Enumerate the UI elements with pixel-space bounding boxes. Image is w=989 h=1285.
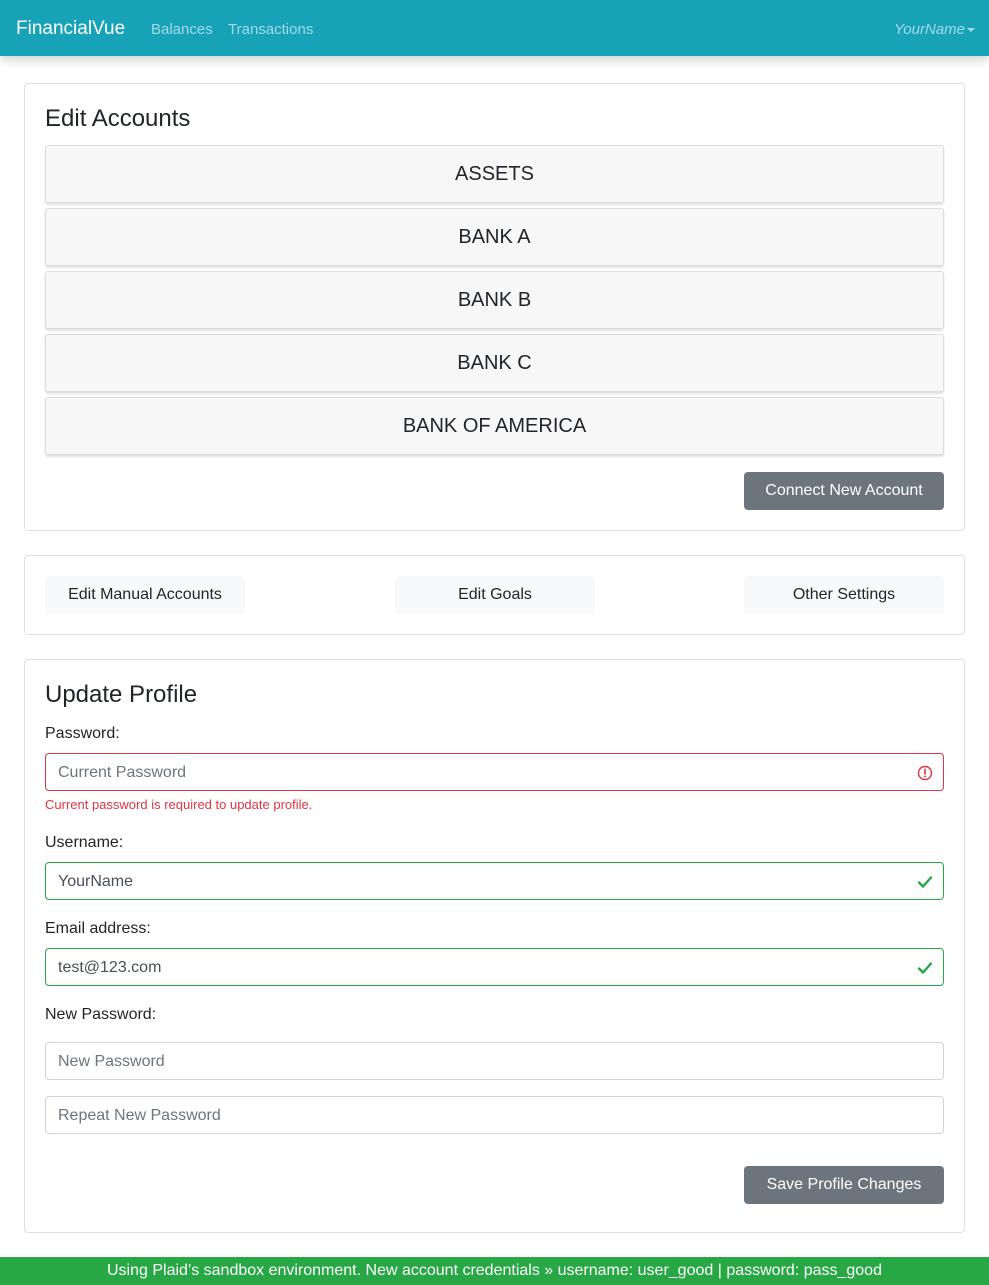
email-value: test@123.com	[58, 959, 162, 976]
sandbox-footer-banner: Using Plaid’s sandbox environment. New a…	[0, 1257, 989, 1285]
update-profile-card: Update Profile Password: Current Passwor…	[24, 659, 965, 1233]
error-icon	[917, 765, 933, 781]
password-label: Password:	[45, 725, 120, 742]
username-input[interactable]: YourName	[45, 862, 944, 900]
connect-new-account-button[interactable]: Connect New Account	[744, 472, 944, 510]
new-password-input[interactable]: New Password	[45, 1042, 944, 1080]
user-dropdown-label: YourName	[894, 21, 965, 38]
new-password-placeholder: New Password	[58, 1053, 165, 1070]
edit-manual-accounts-button[interactable]: Edit Manual Accounts	[45, 576, 245, 614]
top-navbar: FinancialVue Balances Transactions YourN…	[0, 0, 989, 56]
nav-link-transactions[interactable]: Transactions	[228, 20, 313, 40]
settings-card: Edit Manual Accounts Edit Goals Other Se…	[24, 555, 965, 635]
edit-accounts-title: Edit Accounts	[45, 105, 191, 132]
account-button-bank-c[interactable]: BANK C	[45, 334, 944, 392]
account-button-bank-b[interactable]: BANK B	[45, 271, 944, 329]
user-dropdown[interactable]: YourName	[894, 20, 975, 40]
repeat-new-password-input[interactable]: Repeat New Password	[45, 1096, 944, 1134]
account-button-assets[interactable]: ASSETS	[45, 145, 944, 203]
current-password-input[interactable]: Current Password	[45, 753, 944, 791]
check-icon	[917, 876, 933, 888]
email-input[interactable]: test@123.com	[45, 948, 944, 986]
email-label: Email address:	[45, 920, 151, 937]
current-password-placeholder: Current Password	[58, 764, 187, 781]
other-settings-button[interactable]: Other Settings	[744, 576, 944, 614]
username-value: YourName	[58, 873, 134, 890]
check-icon	[917, 962, 933, 974]
new-password-label: New Password:	[45, 1006, 157, 1023]
brand-link[interactable]: FinancialVue	[16, 17, 125, 41]
edit-accounts-card: Edit Accounts ASSETS BANK A BANK B BANK …	[24, 83, 965, 531]
repeat-new-password-placeholder: Repeat New Password	[58, 1107, 221, 1124]
account-button-bank-of-america[interactable]: BANK OF AMERICA	[45, 397, 944, 455]
save-profile-changes-button[interactable]: Save Profile Changes	[744, 1166, 944, 1204]
caret-down-icon	[967, 28, 975, 32]
username-label: Username:	[45, 834, 124, 851]
update-profile-title: Update Profile	[45, 681, 198, 708]
nav-link-balances[interactable]: Balances	[151, 20, 213, 40]
password-error-message: Current password is required to update p…	[45, 797, 313, 812]
account-button-bank-a[interactable]: BANK A	[45, 208, 944, 266]
edit-goals-button[interactable]: Edit Goals	[395, 576, 595, 614]
